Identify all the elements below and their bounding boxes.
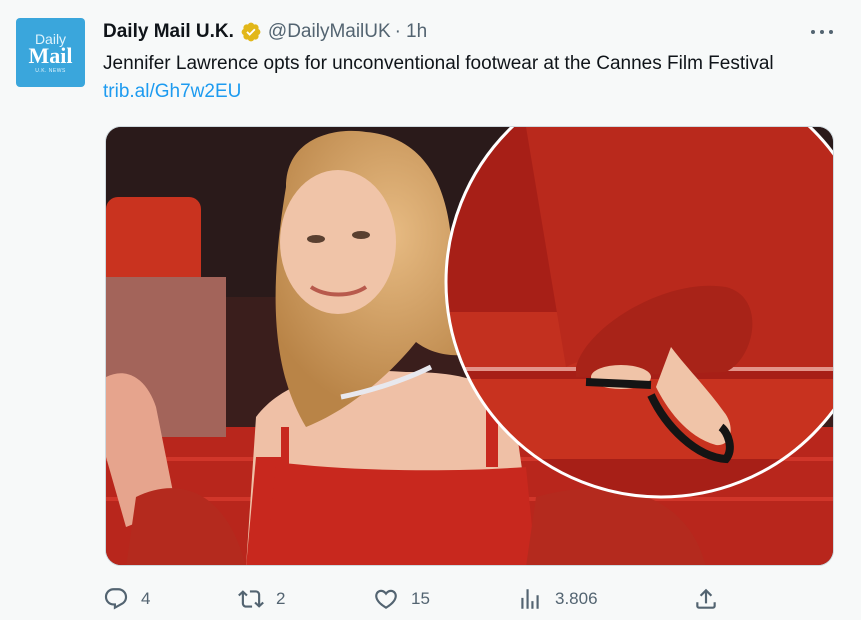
retweet-count: 2: [276, 589, 286, 608]
tweet[interactable]: Daily Mail U.K. NEWS Daily Mail U.K. @Da…: [0, 0, 861, 620]
heart-icon: [375, 589, 397, 609]
tweet-body: Jennifer Lawrence opts for unconventiona…: [103, 53, 774, 74]
tweet-link[interactable]: trib.al/Gh7w2EU: [103, 81, 241, 102]
author-handle[interactable]: @DailyMailUK: [268, 21, 391, 43]
tweet-photo[interactable]: [105, 126, 834, 566]
more-options-icon[interactable]: [808, 22, 836, 42]
verified-badge-icon: [240, 21, 262, 43]
views-count: 3.806: [555, 589, 598, 608]
like-count: 15: [411, 589, 430, 608]
tweet-actions: 4 2 15 3.806: [103, 585, 723, 613]
views-chart-icon: [521, 589, 539, 609]
retweet-button[interactable]: 2: [238, 585, 285, 613]
tweet-header: Daily Mail U.K. @DailyMailUK · 1h: [103, 18, 427, 46]
share-icon: [696, 588, 716, 609]
tweet-timestamp[interactable]: 1h: [406, 21, 427, 43]
reply-count: 4: [141, 589, 151, 608]
reply-icon: [104, 588, 128, 610]
header-separator: ·: [394, 21, 401, 42]
reply-button[interactable]: 4: [103, 585, 150, 613]
like-button[interactable]: 15: [373, 585, 430, 613]
avatar-line-3: U.K. NEWS: [35, 67, 66, 74]
author-name[interactable]: Daily Mail U.K.: [103, 21, 234, 43]
views-button[interactable]: 3.806: [517, 585, 598, 613]
tweet-text: Jennifer Lawrence opts for unconventiona…: [103, 50, 833, 106]
retweet-icon: [238, 590, 264, 608]
avatar[interactable]: Daily Mail U.K. NEWS: [16, 18, 85, 87]
avatar-line-2: Mail: [28, 42, 73, 68]
share-button[interactable]: [693, 585, 719, 613]
